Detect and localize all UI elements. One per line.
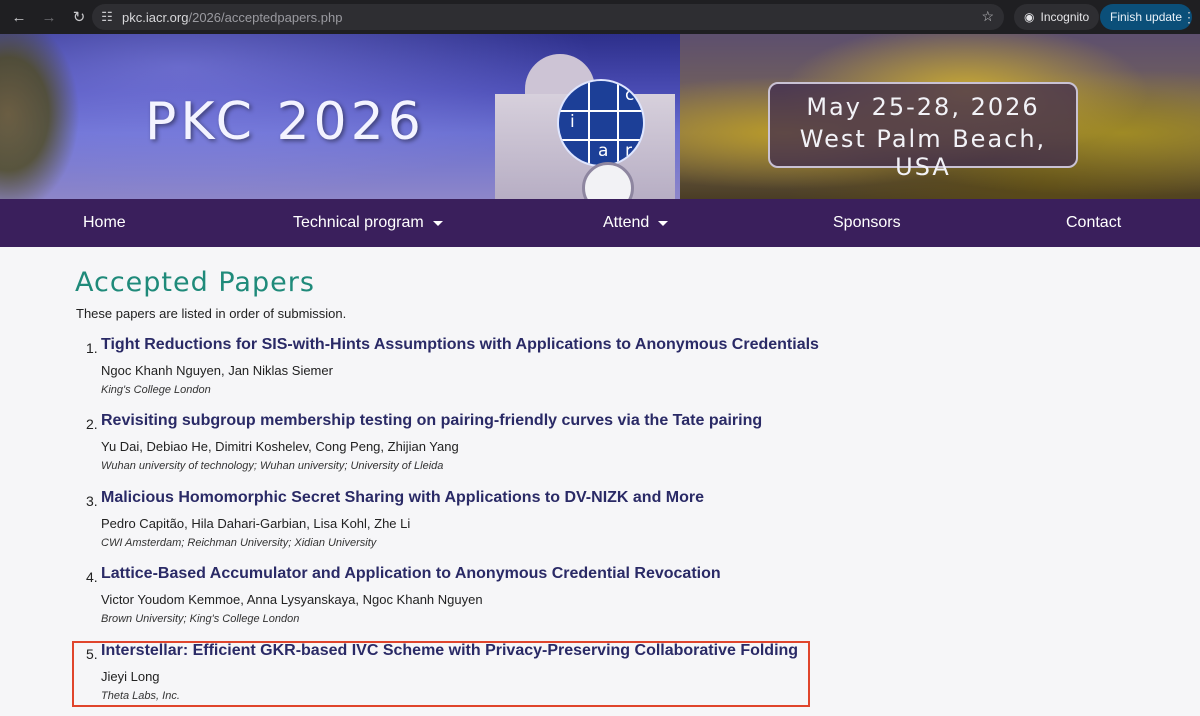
nav-home-label: Home xyxy=(83,214,126,231)
incognito-indicator[interactable]: ◉ Incognito xyxy=(1014,4,1100,30)
main-nav: Home Technical program Attend Sponsors C… xyxy=(0,199,1200,247)
event-date-box: May 25-28, 2026 West Palm Beach, USA xyxy=(768,82,1078,181)
finish-update-button[interactable]: Finish update xyxy=(1100,4,1193,30)
paper-number: 1. xyxy=(86,340,98,356)
incognito-label: Incognito xyxy=(1040,10,1090,24)
nav-attend-label: Attend xyxy=(603,214,650,231)
paper-authors: Yu Dai, Debiao He, Dimitri Koshelev, Con… xyxy=(101,439,459,454)
caret-down-icon xyxy=(432,220,443,226)
nav-technical-program[interactable]: Technical program xyxy=(293,199,443,247)
nav-contact-label: Contact xyxy=(1066,214,1122,231)
nav-home[interactable]: Home xyxy=(83,199,126,247)
paper-title[interactable]: Malicious Homomorphic Secret Sharing wit… xyxy=(101,489,704,507)
event-title: PKC 2026 xyxy=(145,92,425,152)
highlight-box xyxy=(72,641,810,707)
logo-letter-r: r xyxy=(625,141,632,161)
bookmark-star-icon[interactable]: ☆ xyxy=(981,8,994,25)
logo-letter-a: a xyxy=(598,141,609,161)
paper-authors: Victor Youdom Kemmoe, Anna Lysyanskaya, … xyxy=(101,592,483,607)
conference-banner: PKC 2026 i a c r May 25-28, 2026 West Pa… xyxy=(0,34,1200,199)
logo-letter-i: i xyxy=(570,112,575,132)
site-settings-icon[interactable]: ☷ xyxy=(92,9,122,25)
caret-down-icon xyxy=(658,220,669,226)
back-arrow-icon[interactable]: ← xyxy=(4,0,34,34)
incognito-icon: ◉ xyxy=(1024,10,1035,24)
paper-authors: Pedro Capitão, Hila Dahari-Garbian, Lisa… xyxy=(101,516,411,531)
logo-letter-c: c xyxy=(625,85,635,105)
paper-number: 4. xyxy=(86,569,98,585)
forward-arrow-icon[interactable]: → xyxy=(34,0,64,34)
paper-authors: Ngoc Khanh Nguyen, Jan Niklas Siemer xyxy=(101,363,333,378)
paper-affiliation: CWI Amsterdam; Reichman University; Xidi… xyxy=(101,537,377,549)
paper-affiliation: King's College London xyxy=(101,384,211,396)
intro-text: These papers are listed in order of subm… xyxy=(76,306,347,321)
nav-sponsors[interactable]: Sponsors xyxy=(833,199,901,247)
paper-title[interactable]: Tight Reductions for SIS-with-Hints Assu… xyxy=(101,336,819,354)
url-path: /2026/acceptedpapers.php xyxy=(188,9,343,25)
url-text[interactable]: pkc.iacr.org/2026/acceptedpapers.php xyxy=(122,10,342,25)
paper-affiliation: Wuhan university of technology; Wuhan un… xyxy=(101,460,444,472)
page-title: Accepted Papers xyxy=(75,267,315,298)
nav-technical-program-label: Technical program xyxy=(293,214,424,231)
event-dates: May 25-28, 2026 xyxy=(806,93,1040,121)
event-location: West Palm Beach, USA xyxy=(799,125,1047,181)
iacr-logo[interactable]: i a c r xyxy=(557,79,645,167)
browser-toolbar: ← → ↻ ☷ pkc.iacr.org/2026/acceptedpapers… xyxy=(0,0,1200,34)
more-icon[interactable]: ⋮ xyxy=(1182,4,1196,30)
paper-number: 3. xyxy=(86,493,98,509)
address-bar[interactable]: ☷ pkc.iacr.org/2026/acceptedpapers.php ☆ xyxy=(92,4,1004,30)
nav-contact[interactable]: Contact xyxy=(1066,199,1121,247)
reload-icon[interactable]: ↻ xyxy=(64,0,94,34)
paper-number: 2. xyxy=(86,416,98,432)
paper-title[interactable]: Lattice-Based Accumulator and Applicatio… xyxy=(101,565,721,583)
paper-title[interactable]: Revisiting subgroup membership testing o… xyxy=(101,412,762,430)
main-content: Accepted Papers These papers are listed … xyxy=(0,247,1200,716)
nav-sponsors-label: Sponsors xyxy=(833,214,901,231)
paper-affiliation: Brown University; King's College London xyxy=(101,613,300,625)
banner-palm-left xyxy=(0,34,80,199)
url-domain: pkc.iacr.org xyxy=(122,9,189,25)
nav-attend[interactable]: Attend xyxy=(603,199,669,247)
